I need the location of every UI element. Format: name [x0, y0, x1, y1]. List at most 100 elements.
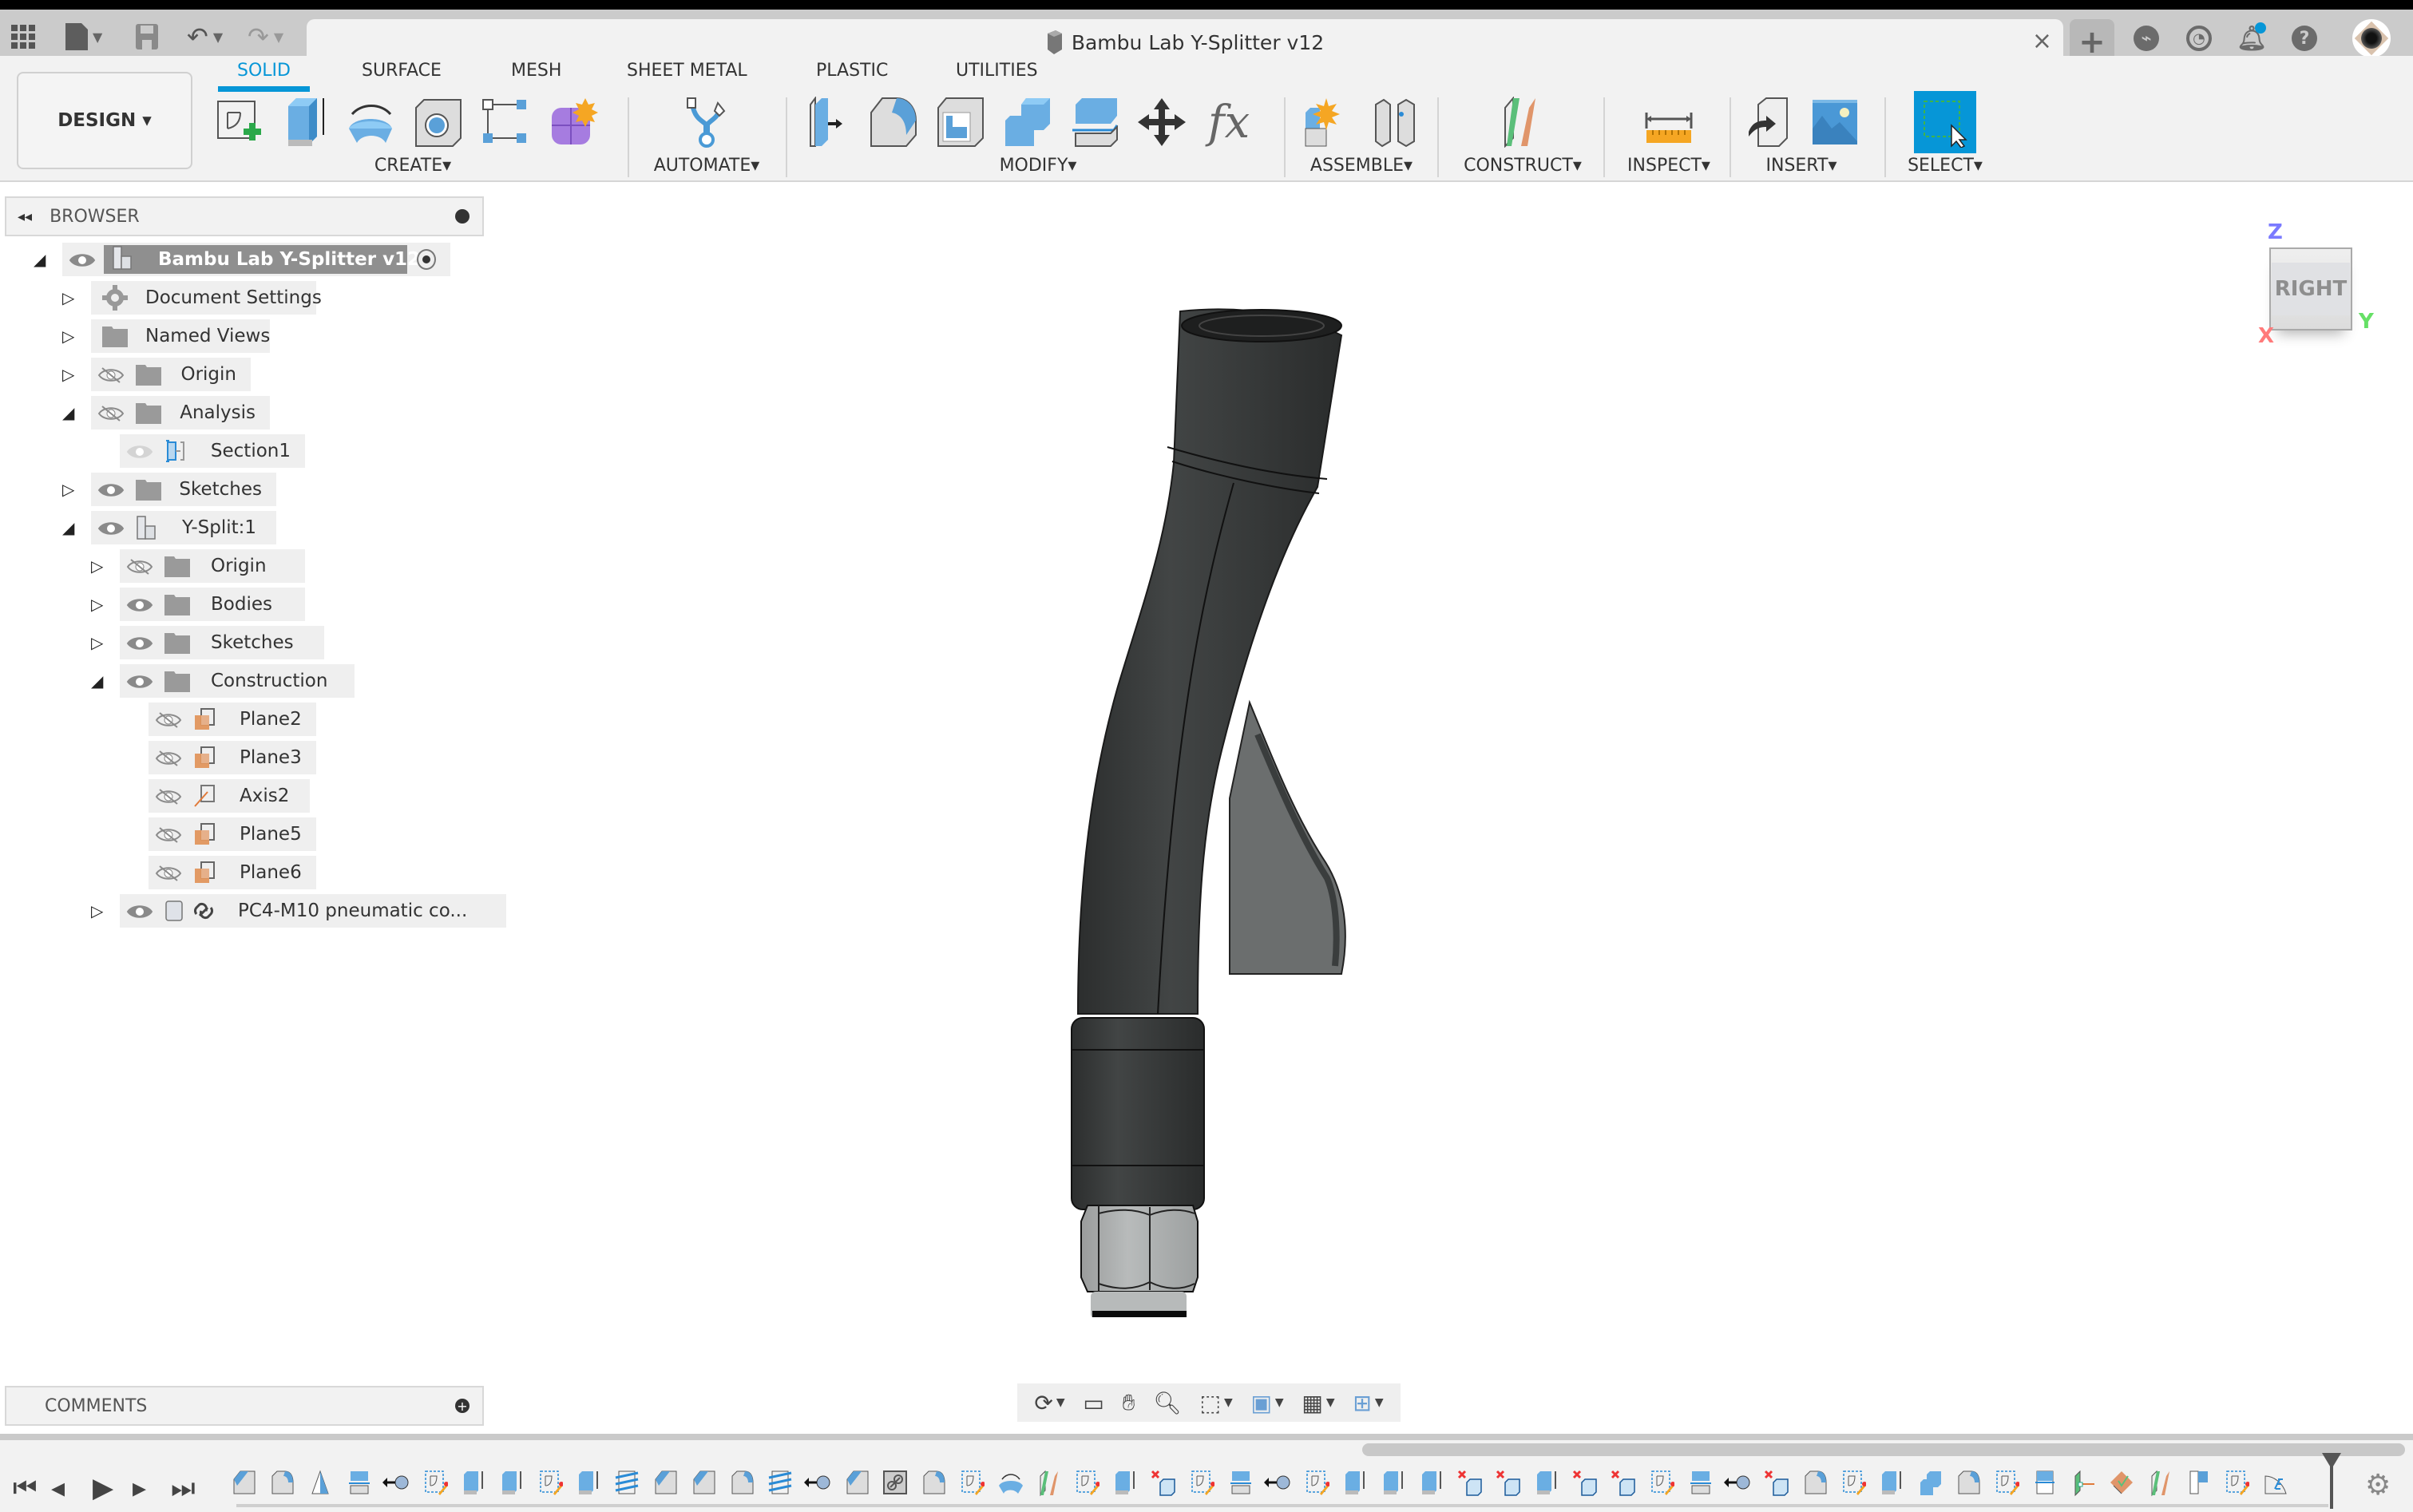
visibility-eye-icon[interactable]	[97, 405, 125, 422]
visibility-eye-icon[interactable]	[155, 750, 182, 766]
expanded-triangle-icon[interactable]: ◢	[34, 250, 50, 269]
close-tab-button[interactable]: ×	[2032, 27, 2052, 55]
collapsed-triangle-icon[interactable]: ▷	[62, 288, 78, 307]
workspace-switcher[interactable]: DESIGN ▾	[17, 72, 192, 169]
timeline-feature-midplane[interactable]	[2178, 1464, 2217, 1502]
timeline-feature-split-body[interactable]	[339, 1464, 377, 1502]
modify-menu[interactable]: MODIFY▾	[798, 156, 1278, 176]
avatar[interactable]	[2352, 19, 2391, 57]
timeline-feature-extrude[interactable]	[454, 1464, 492, 1502]
change-parameters-button[interactable]: fx	[1201, 94, 1257, 150]
tab-plastic[interactable]: PLASTIC	[816, 61, 888, 81]
timeline-feature-extrude[interactable]	[1872, 1464, 1910, 1502]
fillet-button[interactable]	[866, 94, 921, 150]
timeline-feature-sketch[interactable]	[1067, 1464, 1105, 1502]
timeline-feature-joint[interactable]	[798, 1464, 837, 1502]
automate-menu[interactable]: AUTOMATE▾	[639, 156, 775, 176]
pan-button[interactable]: ✋︎	[1123, 1389, 1135, 1416]
assemble-menu[interactable]: ASSEMBLE▾	[1294, 156, 1429, 176]
joint-button[interactable]	[1367, 94, 1423, 150]
tab-surface[interactable]: SURFACE	[362, 61, 442, 81]
timeline-feature-sketch[interactable]	[1833, 1464, 1872, 1502]
insert-menu[interactable]: INSERT▾	[1737, 156, 1865, 176]
insert-derive-button[interactable]	[1740, 94, 1796, 150]
timeline-settings-gear-icon[interactable]: ⚙	[2365, 1469, 2391, 1502]
help-button[interactable]: ?	[2292, 26, 2317, 51]
expanded-triangle-icon[interactable]: ◢	[91, 671, 107, 691]
visibility-eye-icon[interactable]	[126, 635, 153, 651]
timeline-feature-extrude[interactable]	[569, 1464, 607, 1502]
timeline-feature-delete-body[interactable]	[1450, 1464, 1488, 1502]
visibility-eye-icon[interactable]	[155, 865, 182, 881]
timeline-feature-fillet[interactable]	[1948, 1464, 1987, 1502]
pattern-button[interactable]	[477, 94, 533, 150]
timeline-feature-delete-body[interactable]	[1488, 1464, 1527, 1502]
look-at-button[interactable]: ▭	[1083, 1390, 1103, 1416]
step-forward-button[interactable]: ▸	[133, 1472, 146, 1504]
combine-button[interactable]	[1000, 94, 1056, 150]
offset-plane-button[interactable]	[1495, 94, 1551, 150]
undo-button[interactable]: ↶ ▼	[187, 21, 223, 53]
timeline-feature-extrude[interactable]	[1105, 1464, 1143, 1502]
extensions-button[interactable]: ⌁	[2134, 26, 2159, 51]
inspect-menu[interactable]: INSPECT▾	[1613, 156, 1725, 176]
visibility-eye-icon[interactable]	[126, 558, 153, 575]
collapsed-triangle-icon[interactable]: ▷	[91, 556, 107, 576]
timeline-feature-rigid-group[interactable]	[875, 1464, 913, 1502]
timeline-feature-construction-plane[interactable]	[2140, 1464, 2178, 1502]
job-status-button[interactable]: ◔	[2186, 26, 2212, 51]
zoom-button[interactable]: 🔍︎	[1153, 1390, 1182, 1416]
activate-radio-icon[interactable]	[417, 249, 436, 270]
timeline-feature-extrude[interactable]	[492, 1464, 530, 1502]
timeline-feature-construction-plane[interactable]	[1028, 1464, 1067, 1502]
expanded-triangle-icon[interactable]: ◢	[62, 518, 78, 537]
timeline-feature-sketch[interactable]	[1987, 1464, 2025, 1502]
automate-button[interactable]	[679, 94, 735, 150]
timeline-feature-draft[interactable]	[300, 1464, 339, 1502]
collapsed-triangle-icon[interactable]: ▷	[62, 327, 78, 346]
timeline-feature-delete-body[interactable]	[1757, 1464, 1795, 1502]
redo-button[interactable]: ↷ ▼	[248, 21, 283, 53]
tab-utilities[interactable]: UTILITIES	[956, 61, 1038, 81]
visibility-eye-icon[interactable]	[155, 788, 182, 805]
collapsed-triangle-icon[interactable]: ▷	[91, 901, 107, 920]
visibility-eye-icon[interactable]	[69, 251, 96, 267]
visibility-eye-icon[interactable]	[126, 673, 153, 689]
timeline-feature-joint[interactable]	[377, 1464, 415, 1502]
collapsed-triangle-icon[interactable]: ▷	[62, 480, 78, 499]
measure-button[interactable]	[1641, 94, 1697, 150]
visibility-eye-icon[interactable]	[155, 711, 182, 728]
timeline-feature-emboss[interactable]	[2255, 1464, 2293, 1502]
timeline-feature-sketch[interactable]	[1182, 1464, 1220, 1502]
tab-sheet-metal[interactable]: SHEET METAL	[627, 61, 747, 81]
timeline-scrollbar[interactable]	[1362, 1443, 2405, 1456]
timeline-feature-combine[interactable]	[1910, 1464, 1948, 1502]
timeline-feature-revolve[interactable]	[990, 1464, 1028, 1502]
step-back-button[interactable]: ◂	[51, 1472, 65, 1504]
timeline-feature-chamfer[interactable]	[224, 1464, 262, 1502]
viewcube[interactable]: RIGHT	[2269, 247, 2352, 331]
canvas-button[interactable]	[1807, 94, 1863, 150]
timeline-feature-sketch[interactable]	[1642, 1464, 1680, 1502]
create-sketch-button[interactable]	[209, 94, 265, 150]
expanded-triangle-icon[interactable]: ◢	[62, 403, 78, 422]
timeline-feature-extrude[interactable]	[1412, 1464, 1450, 1502]
visibility-eye-icon[interactable]	[97, 366, 125, 383]
timeline-feature-joint[interactable]	[1718, 1464, 1757, 1502]
tab-solid[interactable]: SOLID	[218, 61, 310, 92]
timeline-feature-fillet[interactable]	[1795, 1464, 1833, 1502]
timeline-feature-sketch[interactable]	[415, 1464, 454, 1502]
timeline-feature-offset-face[interactable]	[2025, 1464, 2063, 1502]
play-button[interactable]: ▶	[93, 1472, 113, 1504]
visibility-eye-icon[interactable]	[126, 596, 153, 612]
visibility-eye-icon[interactable]	[97, 520, 125, 536]
timeline-feature-extrude[interactable]	[1335, 1464, 1373, 1502]
add-comment-button[interactable]: +	[455, 1399, 470, 1414]
create-menu[interactable]: CREATE▾	[209, 156, 616, 176]
split-body-button[interactable]	[1067, 94, 1123, 150]
timeline-feature-plane-along-path[interactable]	[2063, 1464, 2102, 1502]
visibility-eye-icon[interactable]	[126, 443, 153, 459]
select-menu[interactable]: SELECT▾	[1889, 156, 2001, 176]
file-menu-button[interactable]: ▼	[65, 21, 102, 53]
timeline-feature-split-body[interactable]	[1680, 1464, 1718, 1502]
